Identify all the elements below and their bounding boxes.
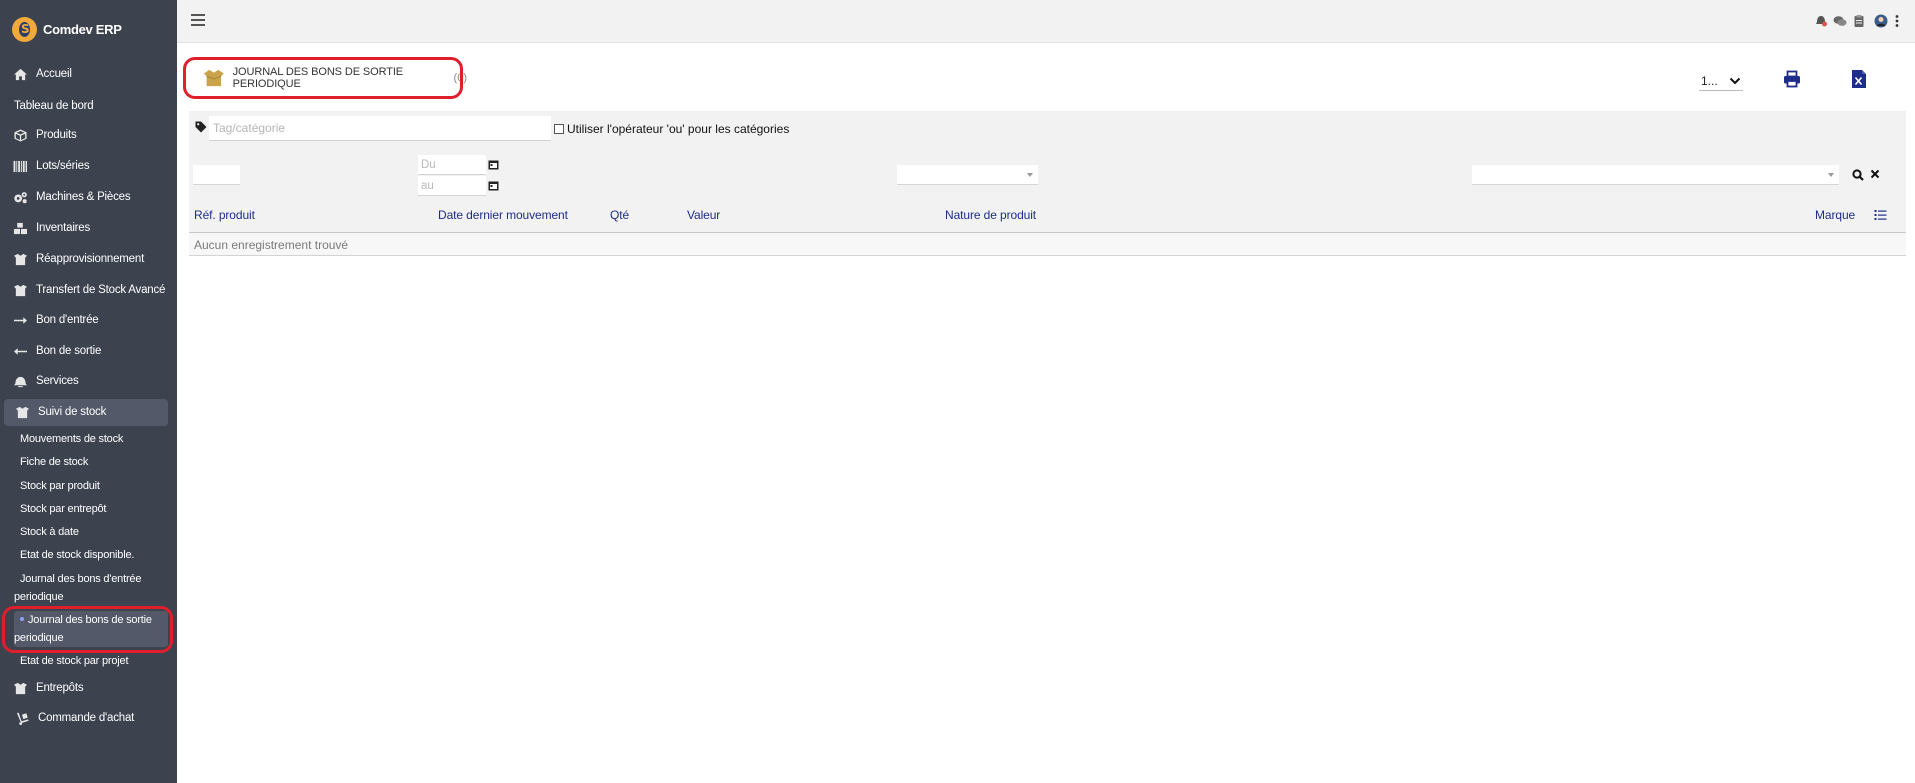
more-vertical-icon[interactable] [1890, 14, 1899, 28]
sidebar-subitem-stock-date[interactable]: Stock à date [20, 526, 79, 538]
sidebar-subitem-label: Journal des bons de sortie periodique [14, 614, 152, 644]
box-open-icon [10, 682, 30, 695]
or-operator-label: Utiliser l'opérateur 'ou' pour les catég… [567, 122, 790, 136]
sidebar-item-label: Accueil [36, 68, 72, 80]
empty-message: Aucun enregistrement trouvé [194, 238, 349, 252]
sidebar-item-inventaires[interactable]: Inventaires [10, 217, 90, 239]
chevron-down-icon [1729, 77, 1741, 84]
hamburger-menu-icon[interactable] [191, 14, 205, 26]
sidebar-item-label: Bon d'entrée [36, 314, 99, 326]
main-content: JOURNAL DES BONS DE SORTIE PERIODIQUE (0… [177, 43, 1915, 783]
sidebar-item-label: Entrepôts [36, 682, 84, 694]
filter-panel: Utiliser l'opérateur 'ou' pour les catég… [189, 111, 1906, 232]
table-row: Aucun enregistrement trouvé [189, 233, 1906, 256]
caret-down-icon [1027, 173, 1033, 177]
sidebar-item-label: Lots/séries [36, 160, 90, 172]
sidebar-subitem-journal-entree[interactable]: Journal des bons d'entrée periodique [14, 570, 164, 606]
sidebar-subitem-etat-projet[interactable]: Etat de stock par projet [20, 655, 129, 667]
column-list-icon[interactable] [1874, 209, 1887, 221]
sidebar-item-entrepots[interactable]: Entrepôts [10, 677, 84, 699]
barcode-icon [10, 160, 30, 173]
date-to-input[interactable] [418, 176, 486, 196]
sidebar-item-label: Tableau de bord [14, 100, 94, 112]
page-limit-select[interactable]: 1... [1699, 71, 1743, 91]
clipboard-icon[interactable] [1852, 14, 1866, 28]
search-icon[interactable] [1852, 169, 1864, 181]
clear-filter-icon[interactable] [1870, 169, 1880, 179]
sidebar-item-services[interactable]: Services [10, 370, 79, 392]
sidebar-item-label: Machines & Pièces [36, 191, 131, 203]
bell-icon [10, 375, 30, 388]
brand[interactable]: Comdev ERP [12, 16, 122, 42]
notification-icon[interactable] [1814, 14, 1828, 28]
sidebar-subitem-etat-disponible[interactable]: Etat de stock disponible. [20, 549, 134, 561]
sidebar-item-label: Inventaires [36, 222, 91, 234]
chat-icon[interactable] [1833, 14, 1847, 28]
sidebar-item-machines-pieces[interactable]: Machines & Pièces [10, 186, 131, 208]
sidebar: Comdev ERP Accueil Tableau de bord Produ… [0, 0, 177, 783]
sidebar-item-label: Produits [36, 129, 77, 141]
column-header-marque[interactable]: Marque [1815, 208, 1855, 222]
sidebar-item-label: Réapprovisionnement [36, 253, 145, 265]
column-header-nature-produit[interactable]: Nature de produit [945, 208, 1036, 222]
page-title: JOURNAL DES BONS DE SORTIE PERIODIQUE (0… [191, 58, 467, 97]
sidebar-item-label: Commande d'achat [38, 712, 135, 724]
sidebar-subitem-journal-sortie[interactable]: Journal des bons de sortie periodique [14, 611, 168, 647]
caret-down-icon [1828, 173, 1834, 177]
sidebar-item-bon-entree[interactable]: Bon d'entrée [10, 309, 99, 331]
sidebar-item-produits[interactable]: Produits [10, 124, 77, 146]
cube-icon [10, 128, 30, 142]
column-header-valeur[interactable]: Valeur [687, 208, 720, 222]
sidebar-item-label: Transfert de Stock Avancé [36, 284, 166, 296]
nature-produit-select[interactable] [897, 165, 1038, 185]
tag-category-input[interactable] [209, 116, 551, 141]
arrow-left-icon [10, 345, 30, 358]
user-avatar-icon[interactable] [1874, 14, 1888, 28]
home-icon [10, 68, 30, 81]
page-title-text: JOURNAL DES BONS DE SORTIE PERIODIQUE [232, 65, 404, 90]
sidebar-subitem-stock-produit[interactable]: Stock par produit [20, 480, 100, 492]
sidebar-item-accueil[interactable]: Accueil [10, 63, 72, 85]
ref-produit-filter-input[interactable] [193, 165, 240, 185]
sidebar-item-commande-achat[interactable]: Commande d'achat [12, 707, 134, 729]
dolly-icon [12, 712, 32, 725]
export-excel-icon[interactable] [1851, 69, 1867, 89]
topbar [177, 0, 1915, 43]
box-open-icon [12, 406, 32, 419]
boxes-icon [10, 222, 30, 235]
sidebar-item-tableau-de-bord[interactable]: Tableau de bord [14, 95, 94, 117]
column-header-ref-produit[interactable]: Réf. produit [194, 208, 255, 222]
cogs-icon [10, 191, 30, 204]
sidebar-subitem-mouvements[interactable]: Mouvements de stock [20, 433, 123, 445]
sidebar-item-lots-series[interactable]: Lots/séries [10, 155, 90, 177]
print-icon[interactable] [1783, 70, 1801, 88]
sidebar-item-label: Suivi de stock [38, 406, 107, 418]
date-from-input[interactable] [418, 155, 486, 175]
column-header-date-dernier-mouvement[interactable]: Date dernier mouvement [438, 208, 568, 222]
page-limit-value: 1... [1701, 73, 1718, 88]
tag-icon [195, 121, 207, 133]
sidebar-item-bon-sortie[interactable]: Bon de sortie [10, 340, 101, 362]
brand-name: Comdev ERP [43, 21, 122, 37]
or-operator-checkbox[interactable] [554, 124, 564, 134]
box-open-icon [10, 253, 30, 266]
sidebar-item-suivi-de-stock[interactable]: Suivi de stock [12, 401, 106, 423]
sidebar-subitem-fiche[interactable]: Fiche de stock [20, 456, 88, 468]
arrow-right-icon [10, 314, 30, 327]
sidebar-item-transfert-stock[interactable]: Transfert de Stock Avancé [10, 279, 165, 301]
logo-icon [12, 16, 37, 42]
calendar-icon[interactable] [488, 180, 499, 191]
calendar-icon[interactable] [488, 159, 499, 170]
sidebar-item-reapprovisionnement[interactable]: Réapprovisionnement [10, 248, 144, 270]
column-header-qte[interactable]: Qté [610, 208, 629, 222]
box-open-icon [10, 284, 30, 297]
record-count: (0) [453, 71, 467, 84]
sidebar-item-label: Bon de sortie [36, 345, 102, 357]
sidebar-item-label: Services [36, 375, 79, 387]
marque-select[interactable] [1472, 165, 1839, 185]
box-open-icon [203, 69, 224, 86]
sidebar-subitem-stock-entrepot[interactable]: Stock par entrepôt [20, 503, 106, 515]
active-dot-icon [20, 617, 24, 621]
